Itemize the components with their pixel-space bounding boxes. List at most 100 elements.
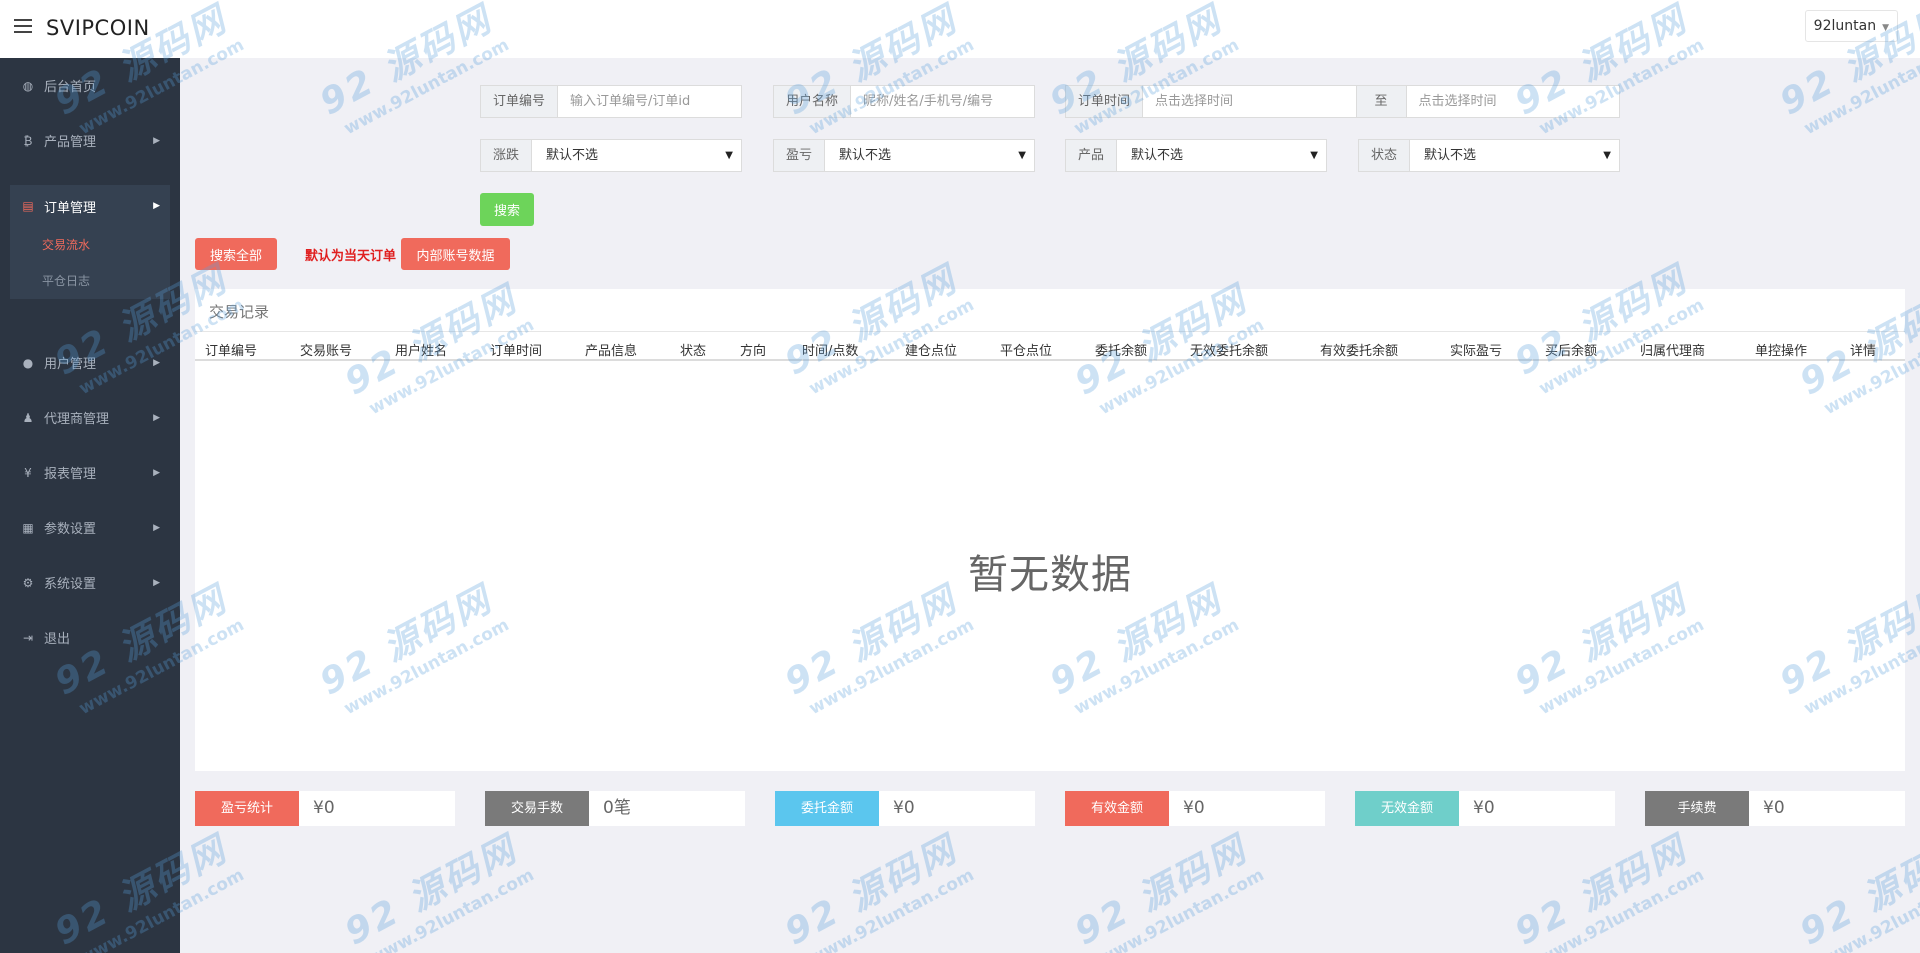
summary-profit-loss: 盈亏统计 ¥0 — [195, 791, 455, 826]
profit-loss-select[interactable]: 默认不选 ▼ — [825, 140, 1034, 171]
rise-fall-select[interactable]: 默认不选 ▼ — [532, 140, 741, 171]
watermark: 92 源码网www.92luntan.com — [1789, 819, 1920, 953]
column-header: 单控操作 — [1755, 344, 1808, 359]
product-value: 默认不选 — [1131, 148, 1184, 163]
status-label: 状态 — [1359, 140, 1411, 171]
sidebar-item-label: 报表管理 — [44, 467, 97, 482]
sidebar-item-label: 退出 — [44, 632, 71, 647]
order-no-filter: 订单编号 — [480, 85, 742, 118]
column-header: 时间/点数 — [802, 344, 859, 359]
user-menu-button[interactable]: 92luntan ▼ — [1804, 10, 1898, 42]
column-header: 平仓点位 — [1000, 344, 1053, 359]
dashboard-icon: ◍ — [22, 78, 34, 93]
chevron-right-icon: ▶ — [153, 467, 160, 478]
orders-icon: ▤ — [22, 199, 34, 213]
watermark: 92 源码网www.92luntan.com — [774, 819, 978, 953]
rise-fall-label: 涨跌 — [481, 140, 533, 171]
user-name-input[interactable] — [851, 86, 1034, 117]
column-header: 无效委托余额 — [1190, 344, 1269, 359]
sidebar-item-label: 代理商管理 — [44, 412, 110, 427]
sidebar: ◍ 后台首页 ₿ 产品管理 ▶ ▤ 订单管理 ▶ 交易流水 平仓日志 ● 用户管… — [0, 58, 180, 953]
sidebar-subitem-transactions[interactable]: 交易流水 — [10, 227, 170, 263]
column-header: 订单时间 — [490, 344, 543, 359]
search-all-button[interactable]: 搜索全部 — [195, 238, 277, 270]
watermark: 92 源码网www.92luntan.com — [1064, 819, 1268, 953]
agent-icon: ♟ — [22, 410, 34, 425]
watermark-logo: 92 源码网 — [1508, 828, 1695, 953]
column-header: 买后余额 — [1545, 344, 1598, 359]
watermark-logo: 92 源码网 — [778, 828, 965, 953]
sidebar-item-agents[interactable]: ♟ 代理商管理 ▶ — [0, 390, 180, 445]
column-header: 建仓点位 — [905, 344, 958, 359]
watermark-logo: 92 源码网 — [1068, 828, 1255, 953]
profit-loss-value: 默认不选 — [839, 148, 892, 163]
sidebar-item-products[interactable]: ₿ 产品管理 ▶ — [0, 113, 180, 168]
order-no-input[interactable] — [558, 86, 741, 117]
search-button[interactable]: 搜索 — [480, 193, 534, 226]
sidebar-item-users[interactable]: ● 用户管理 ▶ — [0, 335, 180, 390]
chevron-down-icon: ▼ — [1882, 23, 1889, 33]
yen-icon: ¥ — [24, 465, 32, 480]
column-header: 用户姓名 — [395, 344, 448, 359]
column-header: 订单编号 — [205, 344, 258, 359]
sidebar-group-orders: ▤ 订单管理 ▶ 交易流水 平仓日志 — [10, 185, 170, 299]
product-label: 产品 — [1066, 140, 1118, 171]
date-range-separator: 至 — [1355, 86, 1407, 117]
panel-title: 交易记录 — [209, 303, 270, 321]
summary-label: 无效金额 — [1355, 791, 1459, 826]
summary-valid-amount: 有效金额 ¥0 — [1065, 791, 1325, 826]
summary-commission-amount: 委托金额 ¥0 — [775, 791, 1035, 826]
order-time-start-input[interactable] — [1143, 86, 1356, 117]
user-icon: ● — [22, 355, 34, 370]
bitcoin-icon: ₿ — [23, 133, 33, 148]
watermark-logo: 92 源码网 — [338, 828, 525, 953]
transactions-panel: 交易记录 订单编号 交易账号 用户姓名 订单时间 产品信息 状态 方向 时间/点… — [195, 289, 1905, 771]
chevron-down-icon: ▼ — [1310, 150, 1318, 161]
params-icon: ▦ — [22, 520, 34, 535]
watermark: 92 源码网www.92luntan.com — [334, 819, 538, 953]
summary-trade-count: 交易手数 0笔 — [485, 791, 745, 826]
chevron-right-icon: ▶ — [153, 135, 160, 146]
summary-fee: 手续费 ¥0 — [1645, 791, 1905, 826]
sidebar-item-logout[interactable]: ⇥ 退出 — [0, 610, 180, 665]
watermark-logo: 92 源码网 — [1793, 828, 1920, 953]
sidebar-item-dashboard[interactable]: ◍ 后台首页 — [0, 58, 180, 113]
summary-value: ¥0 — [1749, 791, 1905, 826]
sidebar-item-reports[interactable]: ¥ 报表管理 ▶ — [0, 445, 180, 500]
sidebar-item-system[interactable]: ⚙ 系统设置 ▶ — [0, 555, 180, 610]
chevron-right-icon: ▶ — [153, 412, 160, 423]
chevron-right-icon: ▶ — [153, 357, 160, 368]
summary-label: 交易手数 — [485, 791, 589, 826]
watermark-url: www.92luntan.com — [805, 865, 978, 953]
profit-loss-label: 盈亏 — [774, 140, 826, 171]
chevron-down-icon: ▼ — [725, 150, 733, 161]
sidebar-item-label: 用户管理 — [44, 357, 97, 372]
column-header: 有效委托余额 — [1320, 344, 1399, 359]
menu-toggle-icon[interactable] — [14, 19, 32, 33]
watermark: 92 源码网www.92luntan.com — [1504, 819, 1708, 953]
rise-fall-filter: 涨跌 默认不选 ▼ — [480, 139, 742, 172]
column-header: 归属代理商 — [1640, 344, 1706, 359]
status-select[interactable]: 默认不选 ▼ — [1410, 140, 1619, 171]
watermark-url: www.92luntan.com — [365, 865, 538, 953]
chevron-right-icon: ▶ — [153, 522, 160, 533]
order-time-end-input[interactable] — [1406, 86, 1619, 117]
sidebar-item-orders[interactable]: ▤ 订单管理 ▶ — [10, 185, 170, 227]
order-time-label: 订单时间 — [1066, 86, 1144, 117]
product-filter: 产品 默认不选 ▼ — [1065, 139, 1327, 172]
summary-label: 手续费 — [1645, 791, 1749, 826]
watermark-url: www.92luntan.com — [1535, 865, 1708, 953]
summary-value: ¥0 — [1169, 791, 1325, 826]
profit-loss-filter: 盈亏 默认不选 ▼ — [773, 139, 1035, 172]
user-name: 92luntan — [1813, 18, 1877, 34]
watermark-url: www.92luntan.com — [1820, 865, 1920, 953]
product-select[interactable]: 默认不选 ▼ — [1117, 140, 1326, 171]
top-header: SVIPCOIN 92luntan ▼ — [0, 0, 1920, 58]
sidebar-item-params[interactable]: ▦ 参数设置 ▶ — [0, 500, 180, 555]
column-header: 交易账号 — [300, 344, 353, 359]
status-filter: 状态 默认不选 ▼ — [1358, 139, 1620, 172]
rise-fall-value: 默认不选 — [546, 148, 599, 163]
summary-value: ¥0 — [879, 791, 1035, 826]
sidebar-subitem-close-log[interactable]: 平仓日志 — [10, 263, 170, 299]
internal-accounts-button[interactable]: 内部账号数据 — [401, 238, 510, 270]
